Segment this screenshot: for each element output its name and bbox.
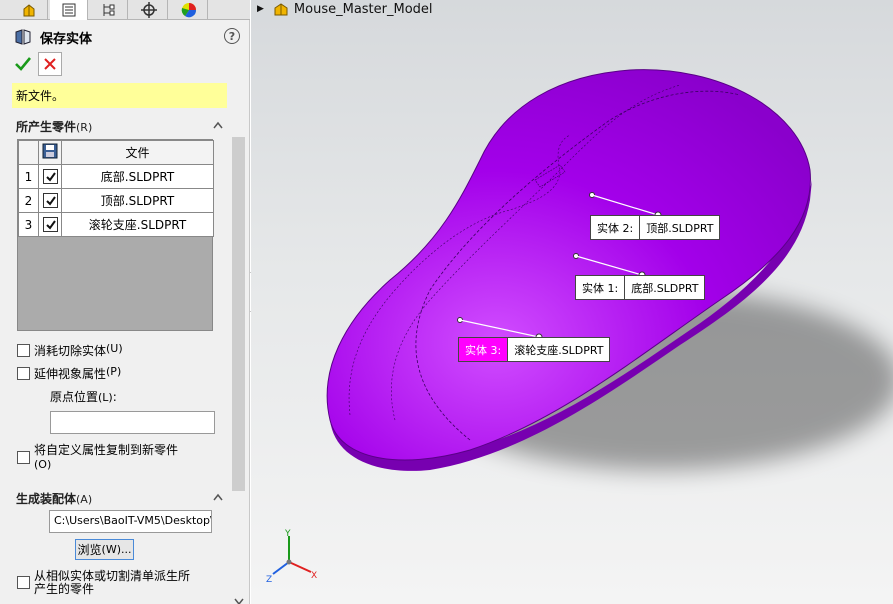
graphics-viewport[interactable]: ▶ Mouse_Master_Model 实体 2: 顶部.SLDPRT 实体 … [251, 0, 893, 604]
ok-button[interactable] [12, 53, 34, 75]
save-bodies-icon [15, 29, 31, 45]
property-manager-panel: 保存实体 ? 新文件。 所产生零件(R) 文件 1 底部.SLDPRT 2 顶部… [0, 0, 250, 604]
assembly-path-input[interactable]: C:\Users\BaoIT-VM5\Desktop\ [49, 510, 212, 533]
chevron-up-icon[interactable] [212, 120, 224, 130]
mouse-model[interactable] [251, 0, 893, 604]
save-disk-icon [42, 143, 58, 159]
table-row[interactable]: 1 底部.SLDPRT [18, 164, 214, 189]
extend-visual-label: 延伸视象属性 [34, 367, 107, 381]
tab-display-manager[interactable] [170, 0, 208, 20]
body-callout[interactable]: 实体 2: 顶部.SLDPRT [590, 215, 721, 240]
property-manager-title-row: 保存实体 ? [14, 26, 240, 48]
checkmark-icon [15, 57, 32, 71]
origin-label: 原点位置(L): [50, 388, 117, 405]
resulting-parts-heading-text: 所产生零件 [16, 120, 77, 134]
row-index: 3 [18, 212, 39, 237]
callout-body-name: 实体 3: [459, 338, 509, 361]
tab-dimxpert[interactable] [130, 0, 168, 20]
derived-parts-label-2: 产生的零件 [34, 582, 95, 596]
copy-custom-props-checkbox[interactable]: 将自定义属性复制到新零件 (O) [17, 443, 178, 472]
extend-visual-key: (P) [106, 365, 122, 378]
manager-tabs [0, 0, 250, 20]
body-callout-selected[interactable]: 实体 3: 滚轮支座.SLDPRT [458, 337, 611, 362]
check-icon [45, 220, 56, 230]
row-checkbox[interactable] [38, 164, 62, 189]
configuration-manager-icon [103, 4, 114, 16]
origin-label-text: 原点位置 [50, 390, 99, 404]
close-icon [44, 58, 56, 70]
row-checkbox[interactable] [38, 188, 62, 213]
tab-configuration-manager[interactable] [90, 0, 128, 20]
origin-input[interactable] [50, 411, 215, 434]
row-file-name[interactable]: 滚轮支座.SLDPRT [61, 212, 214, 237]
feature-manager-icon [23, 4, 34, 17]
extend-visual-checkbox[interactable]: 延伸视象属性 (P) [17, 365, 121, 382]
browse-label: 浏览 [77, 543, 102, 557]
row-checkbox[interactable] [38, 212, 62, 237]
checkbox-box[interactable] [17, 576, 30, 589]
consume-cut-label: 消耗切除实体 [34, 344, 107, 358]
cancel-button[interactable] [38, 52, 62, 76]
origin-label-colon: : [112, 390, 117, 404]
chevron-up-icon[interactable] [212, 492, 224, 502]
row-file-name[interactable]: 底部.SLDPRT [61, 164, 214, 189]
copy-props-label: 将自定义属性复制到新零件 [34, 443, 179, 457]
create-assembly-heading-text: 生成装配体 [16, 492, 77, 506]
create-assembly-heading: 生成装配体(A) [16, 490, 92, 507]
body-callout[interactable]: 实体 1: 底部.SLDPRT [575, 275, 706, 300]
row-index: 2 [18, 188, 39, 213]
origin-label-key: (L) [98, 391, 113, 404]
triad-y-label: Y [284, 529, 291, 539]
checkbox-box[interactable] [17, 367, 30, 380]
table-row[interactable]: 2 顶部.SLDPRT [18, 188, 214, 213]
resulting-parts-heading: 所产生零件(R) [16, 118, 92, 135]
triad-x-label: X [311, 571, 317, 581]
callout-file-name: 底部.SLDPRT [631, 281, 699, 295]
callout-body-name: 实体 1: [576, 276, 626, 299]
save-column-header[interactable] [38, 140, 62, 165]
tab-feature-manager[interactable] [10, 0, 48, 20]
property-manager-icon [62, 3, 75, 17]
row-file-name[interactable]: 顶部.SLDPRT [61, 188, 214, 213]
derived-parts-label-1: 从相似实体或切割清单派生所 [34, 569, 191, 583]
browse-key: (W)... [101, 543, 132, 556]
callout-body-name: 实体 2: [591, 216, 641, 239]
consume-cut-checkbox[interactable]: 消耗切除实体 (U) [17, 342, 123, 359]
triad-z-label: Z [266, 575, 272, 585]
browse-button[interactable]: 浏览 (W)... [75, 539, 134, 560]
page-title: 保存实体 [40, 31, 93, 47]
table-row[interactable]: 3 滚轮支座.SLDPRT [18, 212, 214, 237]
resulting-parts-table: 文件 1 底部.SLDPRT 2 顶部.SLDPRT 3 滚轮支座.SLDPRT [17, 139, 214, 331]
resulting-parts-heading-key: (R) [76, 121, 93, 134]
copy-props-key: (O) [34, 458, 52, 471]
callout-file-name: 顶部.SLDPRT [646, 221, 714, 235]
table-header-row: 文件 [18, 140, 214, 165]
checkbox-box[interactable] [17, 451, 30, 464]
create-assembly-heading-key: (A) [76, 493, 93, 506]
dimxpert-icon [140, 2, 157, 18]
check-icon [45, 172, 56, 182]
derived-parts-checkbox[interactable]: 从相似实体或切割清单派生所 产生的零件 [17, 570, 190, 596]
check-icon [45, 196, 56, 206]
display-manager-icon [181, 3, 196, 18]
message-text: 新文件。 [16, 89, 65, 103]
tab-property-manager[interactable] [50, 0, 88, 20]
message-box: 新文件。 [12, 83, 227, 108]
consume-cut-key: (U) [106, 342, 123, 355]
row-index: 1 [18, 164, 39, 189]
callout-file-name: 滚轮支座.SLDPRT [514, 343, 604, 357]
file-column-header: 文件 [61, 140, 214, 165]
panel-scrollbar-thumb[interactable] [232, 137, 245, 491]
chevron-down-icon[interactable] [233, 596, 245, 604]
index-header [18, 140, 39, 165]
reference-triad: Y X Z [266, 529, 317, 585]
help-icon[interactable]: ? [224, 28, 240, 44]
checkbox-box[interactable] [17, 344, 30, 357]
